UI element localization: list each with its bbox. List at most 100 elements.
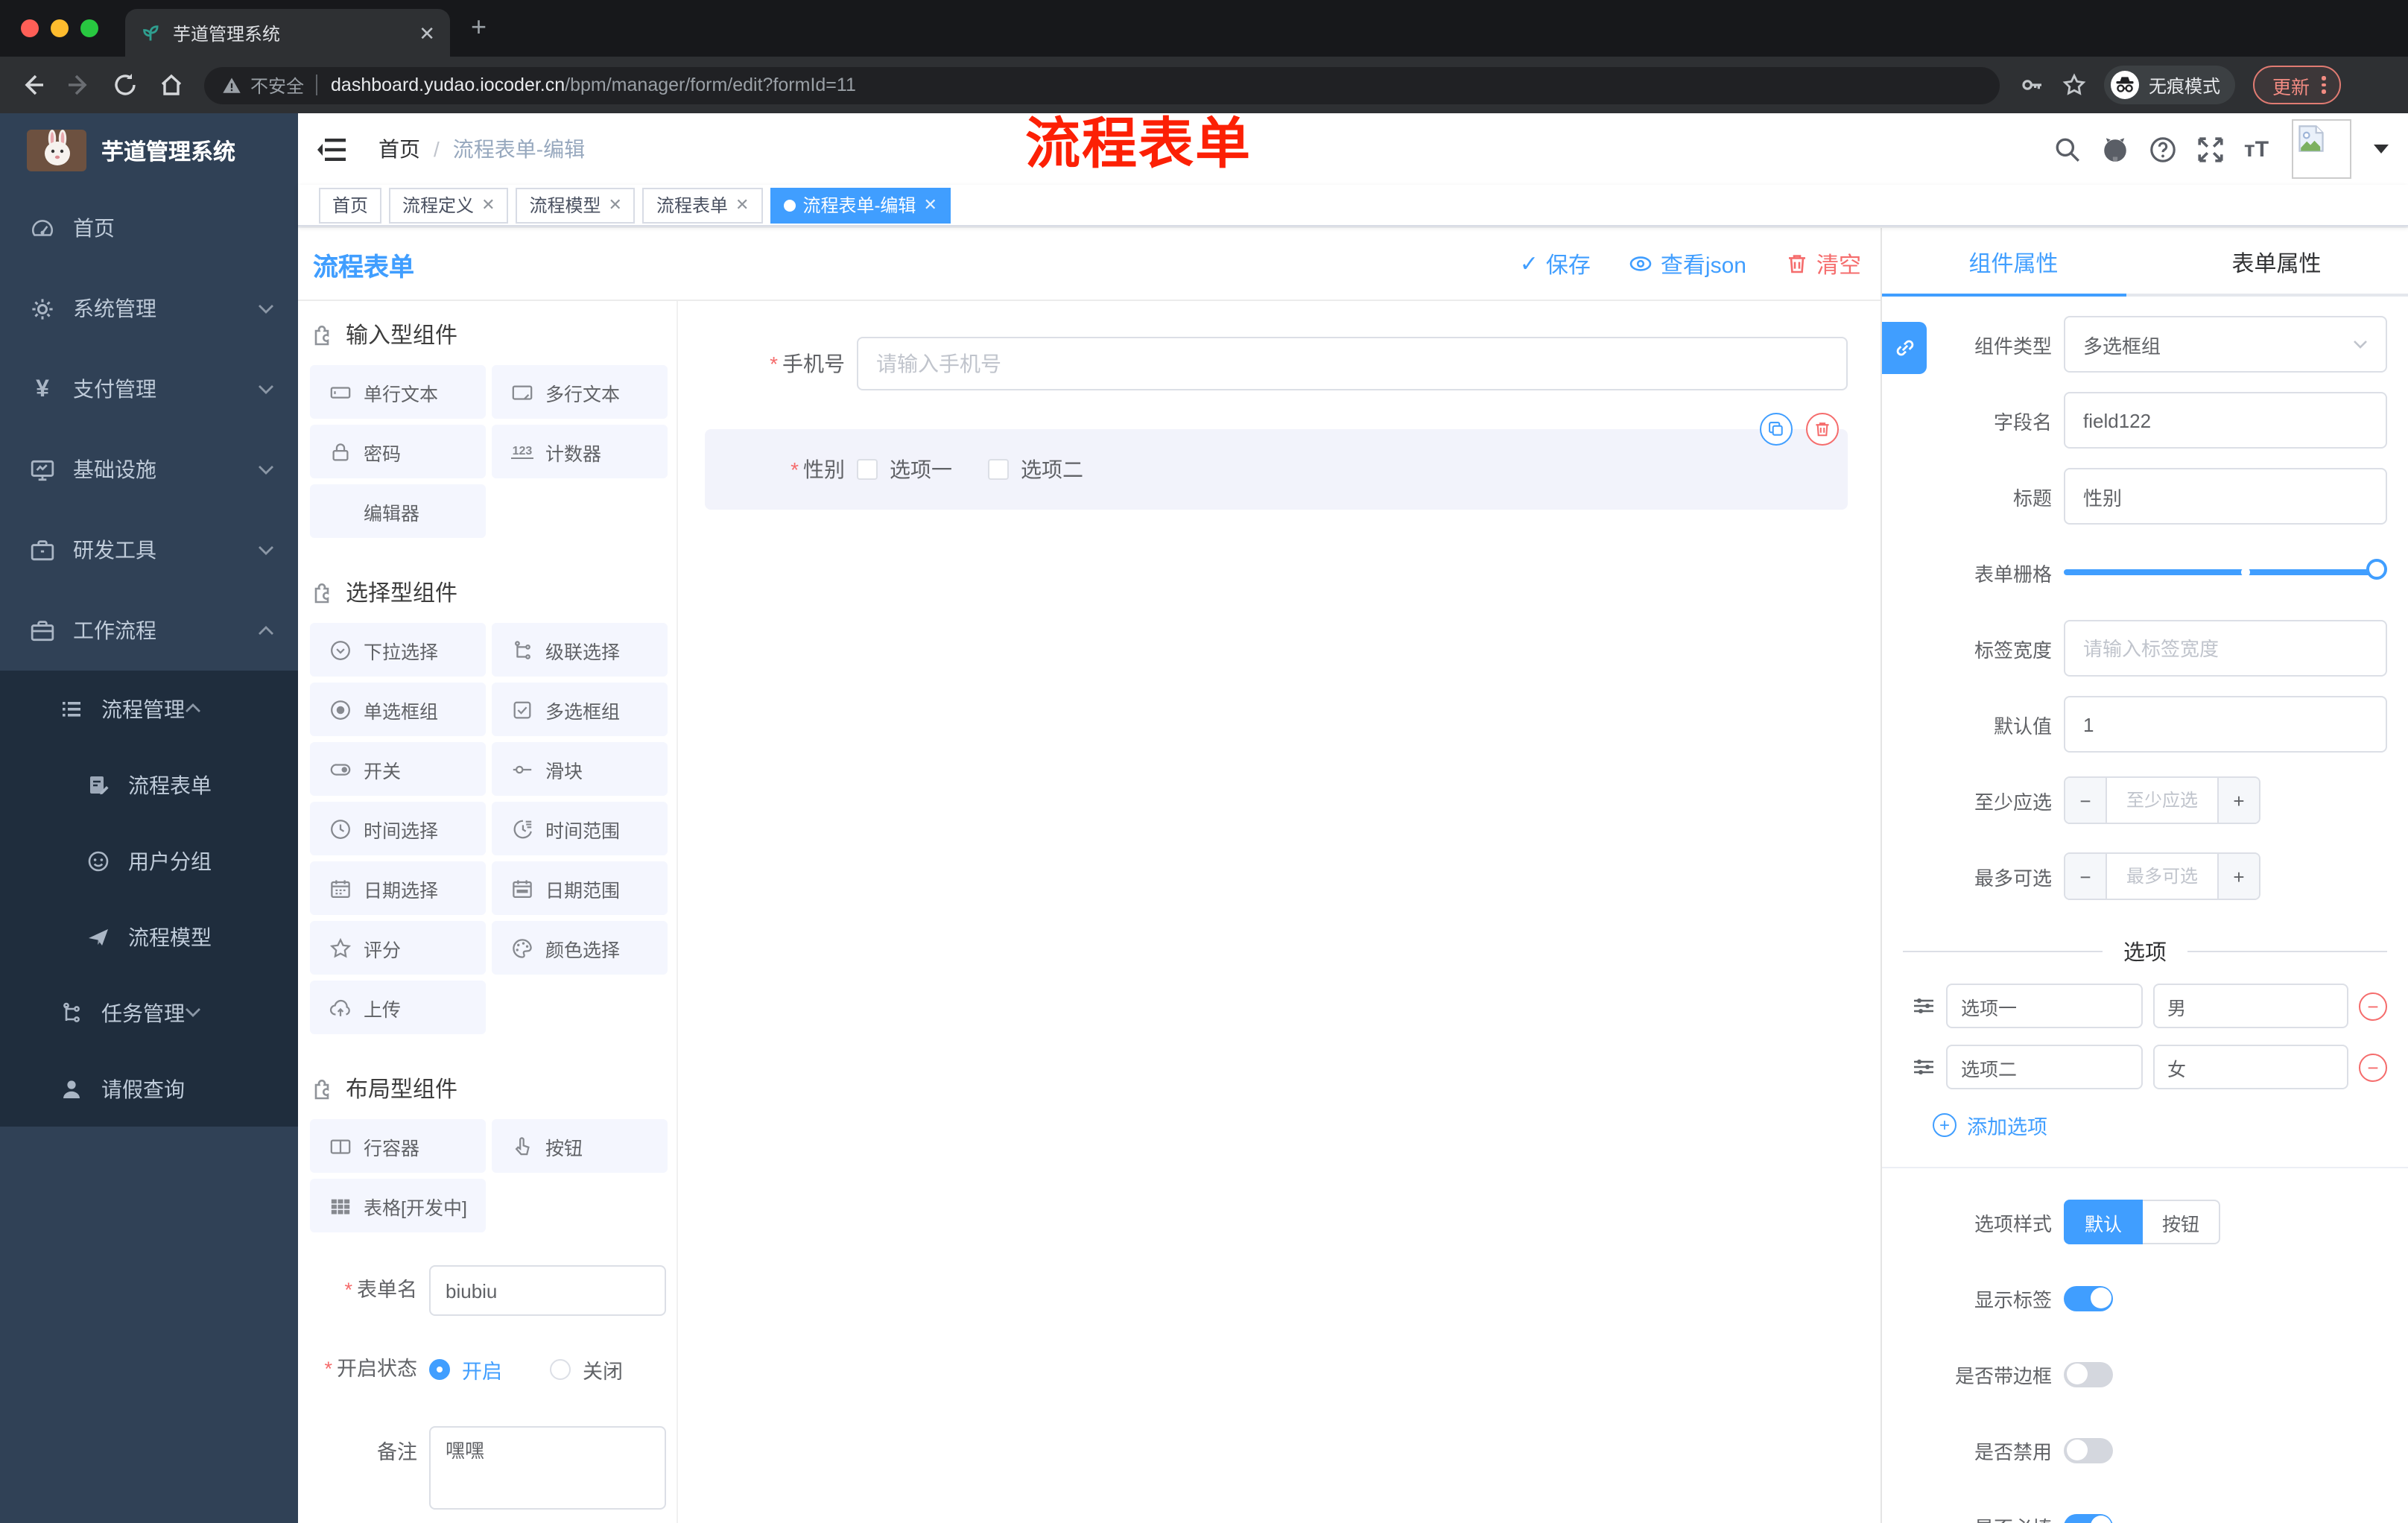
- browser-menu-icon[interactable]: [2322, 76, 2326, 94]
- component-radio-group[interactable]: 单选框组: [310, 683, 486, 736]
- fullscreen-icon[interactable]: [2196, 135, 2225, 163]
- component-date-range[interactable]: 日期范围: [492, 861, 668, 915]
- drag-handle-icon[interactable]: [1912, 1055, 1936, 1079]
- tag-process-definition[interactable]: 流程定义 ✕: [389, 187, 509, 223]
- component-password[interactable]: 密码: [310, 425, 486, 478]
- option-value-input[interactable]: [2152, 1045, 2348, 1089]
- checkbox-icon[interactable]: [988, 459, 1009, 480]
- window-close-button[interactable]: [21, 19, 39, 37]
- tab-form-props[interactable]: 表单属性: [2145, 228, 2408, 297]
- clear-button[interactable]: 清空: [1785, 248, 1861, 279]
- min-select-input[interactable]: [2107, 778, 2217, 823]
- component-slider[interactable]: 滑块: [492, 742, 668, 796]
- breadcrumb-home[interactable]: 首页: [378, 134, 420, 164]
- component-editor[interactable]: 编辑器: [310, 484, 486, 538]
- sidebar-item-home[interactable]: 首页: [0, 188, 298, 268]
- component-time-picker[interactable]: 时间选择: [310, 802, 486, 855]
- tab-close-icon[interactable]: ✕: [419, 23, 435, 42]
- sidebar-item-payment-management[interactable]: ¥ 支付管理: [0, 349, 298, 429]
- status-off-radio[interactable]: 关闭: [550, 1355, 623, 1384]
- gender-option-1[interactable]: 选项一: [857, 455, 952, 484]
- add-option-button[interactable]: + 添加选项: [1933, 1110, 2408, 1140]
- component-select[interactable]: 下拉选择: [310, 623, 486, 677]
- sidebar-item-user-group[interactable]: 用户分组: [0, 823, 298, 899]
- title-input[interactable]: [2064, 468, 2387, 525]
- slider-handle[interactable]: [2366, 559, 2387, 580]
- update-button[interactable]: 更新: [2253, 66, 2341, 104]
- sidebar-item-process-management[interactable]: 流程管理: [0, 671, 298, 747]
- form-name-input[interactable]: [429, 1265, 666, 1316]
- sidebar-item-process-model[interactable]: 流程模型: [0, 899, 298, 975]
- default-value-input[interactable]: [2064, 696, 2387, 753]
- browser-tab[interactable]: 芋道管理系统 ✕: [125, 9, 450, 57]
- search-icon[interactable]: [2053, 135, 2082, 163]
- form-remark-textarea[interactable]: 嘿嘿: [429, 1426, 666, 1510]
- save-button[interactable]: ✓ 保存: [1520, 248, 1591, 279]
- password-key-icon[interactable]: [2021, 73, 2044, 97]
- sidebar-item-workflow[interactable]: 工作流程: [0, 590, 298, 671]
- delete-field-button[interactable]: [1806, 413, 1839, 446]
- canvas-field-phone[interactable]: 手机号: [678, 337, 1848, 390]
- tag-close-icon[interactable]: ✕: [609, 195, 622, 215]
- sidebar-collapse-icon[interactable]: [317, 136, 346, 162]
- border-toggle[interactable]: [2064, 1361, 2113, 1387]
- label-width-input[interactable]: [2064, 620, 2387, 677]
- decrease-button[interactable]: −: [2065, 778, 2107, 823]
- component-color-picker[interactable]: 颜色选择: [492, 921, 668, 975]
- component-counter[interactable]: 123 计数器: [492, 425, 668, 478]
- help-icon[interactable]: [2149, 135, 2177, 163]
- sidebar-item-process-form[interactable]: 流程表单: [0, 747, 298, 823]
- user-menu-caret-icon[interactable]: [2374, 145, 2389, 153]
- component-upload[interactable]: 上传: [310, 981, 486, 1034]
- tag-close-icon[interactable]: ✕: [735, 195, 749, 215]
- component-time-range[interactable]: 时间范围: [492, 802, 668, 855]
- increase-button[interactable]: +: [2217, 854, 2259, 899]
- tag-process-form[interactable]: 流程表单 ✕: [642, 187, 763, 223]
- avatar[interactable]: [2292, 119, 2351, 179]
- reload-icon[interactable]: [112, 72, 139, 98]
- increase-button[interactable]: +: [2217, 778, 2259, 823]
- gender-option-2[interactable]: 选项二: [988, 455, 1083, 484]
- component-single-line-text[interactable]: 单行文本: [310, 365, 486, 419]
- remove-option-button[interactable]: −: [2359, 1053, 2387, 1081]
- window-minimize-button[interactable]: [51, 19, 69, 37]
- tab-component-props[interactable]: 组件属性: [1882, 228, 2145, 297]
- option-label-input[interactable]: [1946, 1045, 2142, 1089]
- field-name-input[interactable]: [2064, 392, 2387, 449]
- component-checkbox-group[interactable]: 多选框组: [492, 683, 668, 736]
- tag-close-icon[interactable]: ✕: [923, 195, 937, 215]
- sidebar-item-infrastructure[interactable]: 基础设施: [0, 429, 298, 510]
- tag-close-icon[interactable]: ✕: [481, 195, 495, 215]
- github-icon[interactable]: [2101, 135, 2129, 163]
- tag-process-model[interactable]: 流程模型 ✕: [516, 187, 636, 223]
- back-icon[interactable]: [19, 72, 46, 98]
- copy-field-button[interactable]: [1760, 413, 1793, 446]
- decrease-button[interactable]: −: [2065, 854, 2107, 899]
- component-type-select[interactable]: 多选框组: [2064, 316, 2387, 373]
- forward-icon[interactable]: [66, 72, 92, 98]
- security-label[interactable]: 不安全: [250, 72, 304, 98]
- home-icon[interactable]: [158, 72, 185, 98]
- option-label-input[interactable]: [1946, 984, 2142, 1028]
- component-table[interactable]: 表格[开发中]: [310, 1179, 486, 1232]
- remove-option-button[interactable]: −: [2359, 992, 2387, 1020]
- view-json-button[interactable]: 查看json: [1629, 248, 1746, 279]
- radio-unselected-icon[interactable]: [550, 1359, 571, 1380]
- tag-home[interactable]: 首页: [319, 187, 382, 223]
- phone-input[interactable]: [857, 337, 1848, 390]
- tag-process-form-edit[interactable]: 流程表单-编辑 ✕: [770, 187, 951, 223]
- component-switch[interactable]: 开关: [310, 742, 486, 796]
- option-value-input[interactable]: [2152, 984, 2348, 1028]
- form-grid-slider[interactable]: [2064, 559, 2387, 580]
- max-select-input[interactable]: [2107, 854, 2217, 899]
- link-handle-button[interactable]: [1882, 322, 1927, 374]
- component-row-container[interactable]: 行容器: [310, 1119, 486, 1173]
- show-label-toggle[interactable]: [2064, 1285, 2113, 1311]
- status-on-radio[interactable]: 开启: [429, 1355, 502, 1384]
- sidebar-item-dev-tools[interactable]: 研发工具: [0, 510, 298, 590]
- sidebar-item-system-management[interactable]: 系统管理: [0, 268, 298, 349]
- checkbox-icon[interactable]: [857, 459, 878, 480]
- required-toggle[interactable]: [2064, 1513, 2113, 1523]
- component-date-picker[interactable]: 日期选择: [310, 861, 486, 915]
- component-multi-line-text[interactable]: 多行文本: [492, 365, 668, 419]
